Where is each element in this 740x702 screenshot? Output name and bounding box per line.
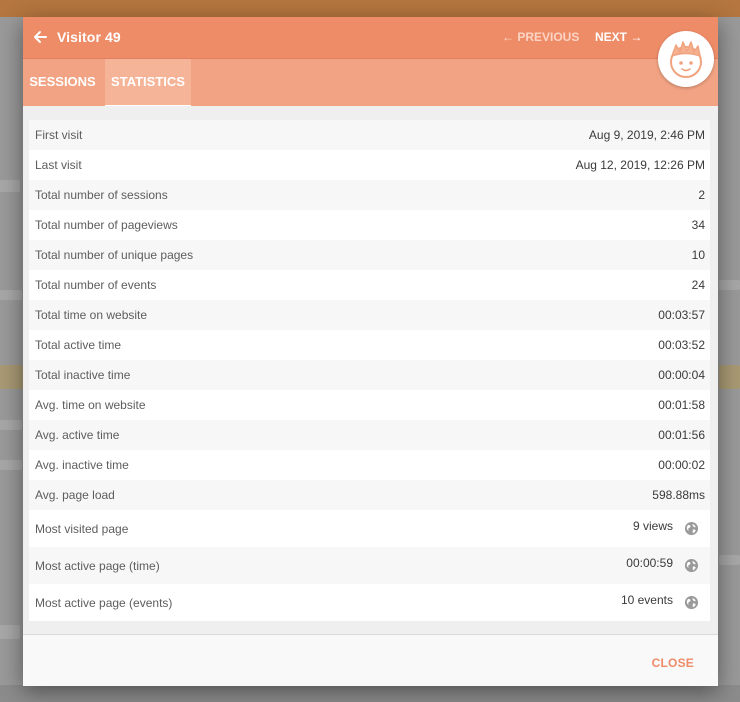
background-element — [0, 180, 20, 192]
stat-label: Total number of pageviews — [35, 218, 178, 232]
avatar — [658, 31, 714, 87]
background-element — [0, 290, 22, 300]
stat-value: Aug 9, 2019, 2:46 PM — [588, 128, 705, 142]
next-button[interactable]: NEXT → — [595, 30, 642, 44]
stat-row-most-visited-page: Most visited page 9 views — [29, 510, 710, 547]
background-element — [0, 460, 22, 470]
stat-row-avg-inactive: Avg. inactive time 00:00:02 — [29, 450, 710, 480]
stat-row-unique-pages: Total number of unique pages 10 — [29, 240, 710, 270]
stat-label: Total number of sessions — [35, 188, 168, 202]
stat-value: 00:03:52 — [658, 338, 705, 352]
stat-value: 10 — [691, 248, 705, 262]
stat-label: Total number of events — [35, 278, 157, 292]
tab-bar: SESSIONS STATISTICS — [23, 58, 718, 107]
background-element — [719, 365, 740, 389]
stat-value: 00:03:57 — [658, 308, 705, 322]
modal-footer: CLOSE — [23, 634, 718, 686]
stat-label: Total number of unique pages — [35, 248, 194, 262]
stat-row-total-time: Total time on website 00:03:57 — [29, 300, 710, 330]
stat-value: 598.88ms — [652, 488, 705, 502]
stat-value: 24 — [691, 278, 705, 292]
visitor-title: Visitor 49 — [57, 29, 121, 45]
background-element — [0, 420, 22, 430]
stat-label: First visit — [35, 128, 83, 142]
statistics-list: First visit Aug 9, 2019, 2:46 PM Last vi… — [29, 120, 710, 621]
stat-row-most-active-events: Most active page (events) 10 events — [29, 584, 710, 621]
stat-value: 00:01:56 — [658, 428, 705, 442]
stat-row-avg-page-load: Avg. page load 598.88ms — [29, 480, 710, 510]
stat-value: Aug 12, 2019, 12:26 PM — [575, 158, 705, 172]
stat-value: 00:00:02 — [658, 458, 705, 472]
background-element — [719, 555, 740, 565]
globe-icon[interactable] — [684, 558, 699, 573]
stat-row-first-visit: First visit Aug 9, 2019, 2:46 PM — [29, 120, 710, 150]
stat-label: Total inactive time — [35, 368, 131, 382]
stat-row-most-active-time: Most active page (time) 00:00:59 — [29, 547, 710, 584]
stat-label: Last visit — [35, 158, 82, 172]
stat-row-events: Total number of events 24 — [29, 270, 710, 300]
stat-value: 10 events — [620, 593, 673, 607]
close-button[interactable]: CLOSE — [652, 656, 694, 670]
stat-label: Avg. time on website — [35, 398, 146, 412]
globe-icon[interactable] — [684, 595, 699, 610]
stat-value: 00:00:59 — [626, 556, 673, 570]
stat-label: Total time on website — [35, 308, 148, 322]
modal-header: Visitor 49 ← PREVIOUS NEXT → — [23, 17, 718, 58]
tab-sessions[interactable]: SESSIONS — [23, 59, 102, 107]
statistics-panel: First visit Aug 9, 2019, 2:46 PM Last vi… — [23, 106, 718, 634]
stat-row-total-inactive: Total inactive time 00:00:04 — [29, 360, 710, 390]
stat-value: 9 views — [632, 519, 673, 533]
stat-row-sessions: Total number of sessions 2 — [29, 180, 710, 210]
stat-row-total-active: Total active time 00:03:52 — [29, 330, 710, 360]
visitor-modal: Visitor 49 ← PREVIOUS NEXT → SESSIONS ST… — [23, 17, 718, 686]
background-element — [0, 365, 23, 389]
stat-value: 00:00:04 — [658, 368, 705, 382]
stat-row-avg-active: Avg. active time 00:01:56 — [29, 420, 710, 450]
stat-label: Avg. inactive time — [35, 458, 129, 472]
background-element — [0, 685, 740, 702]
stat-value: 2 — [698, 188, 705, 202]
stat-label: Avg. active time — [35, 428, 120, 442]
background-element — [0, 625, 20, 639]
stat-label: Avg. page load — [35, 488, 115, 502]
previous-button[interactable]: ← PREVIOUS — [502, 30, 579, 44]
stat-value: 00:01:58 — [658, 398, 705, 412]
background-element — [719, 280, 740, 290]
stat-row-pageviews: Total number of pageviews 34 — [29, 210, 710, 240]
stat-label: Most visited page — [35, 522, 129, 536]
background-topbar — [0, 0, 740, 17]
stat-row-last-visit: Last visit Aug 12, 2019, 12:26 PM — [29, 150, 710, 180]
globe-icon[interactable] — [684, 521, 699, 536]
stat-label: Most active page (time) — [35, 559, 160, 573]
tab-statistics[interactable]: STATISTICS — [105, 59, 191, 107]
back-arrow-icon[interactable] — [31, 28, 49, 46]
stat-value: 34 — [691, 218, 705, 232]
stat-row-avg-time: Avg. time on website 00:01:58 — [29, 390, 710, 420]
stat-label: Total active time — [35, 338, 122, 352]
stat-label: Most active page (events) — [35, 596, 173, 610]
visitor-face-icon — [670, 41, 702, 78]
